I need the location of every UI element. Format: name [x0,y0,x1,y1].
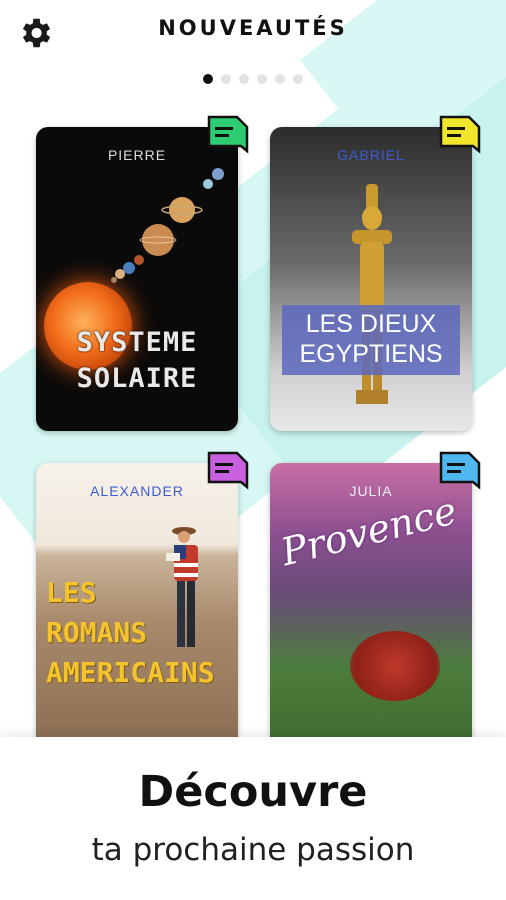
promo-subline: ta prochaine passion [91,832,415,868]
page-dot[interactable] [203,74,213,84]
page-dot[interactable] [293,74,303,84]
promo-headline: Découvre [138,767,368,817]
chat-badge-icon [207,451,249,490]
statue-illustration [352,184,392,404]
page-title: NOUVEAUTÉS [158,16,348,40]
book-title: LES DIEUX EGYPTIENS [282,305,460,375]
chat-badge-icon [439,115,481,154]
book-card-romans-americains[interactable]: ALEXANDER LES ROMANS AMERICAINS [36,463,238,753]
page-indicator [0,74,506,84]
page-dot[interactable] [221,74,231,84]
chat-badge-icon [439,451,481,490]
book-title: SYSTEME SOLAIRE [76,327,198,394]
promo-footer: Découvre ta prochaine passion [0,737,506,900]
book-card-dieux-egyptiens[interactable]: GABRIEL LES DIEUX EGYPTIENS [270,127,472,431]
page-dot[interactable] [239,74,249,84]
book-title: LES ROMANS AMERICAINS [46,576,215,689]
woman-illustration [350,631,440,701]
book-title: Provence [276,488,461,575]
page-dot[interactable] [275,74,285,84]
page-dot[interactable] [257,74,267,84]
book-card-systeme-solaire[interactable]: PIERRE SYSTEME SOLAIRE [36,127,238,431]
planets-illustration [111,168,224,283]
book-card-provence[interactable]: JULIA Provence [270,463,472,753]
top-bar: NOUVEAUTÉS [0,0,506,62]
chat-badge-icon [207,115,249,154]
